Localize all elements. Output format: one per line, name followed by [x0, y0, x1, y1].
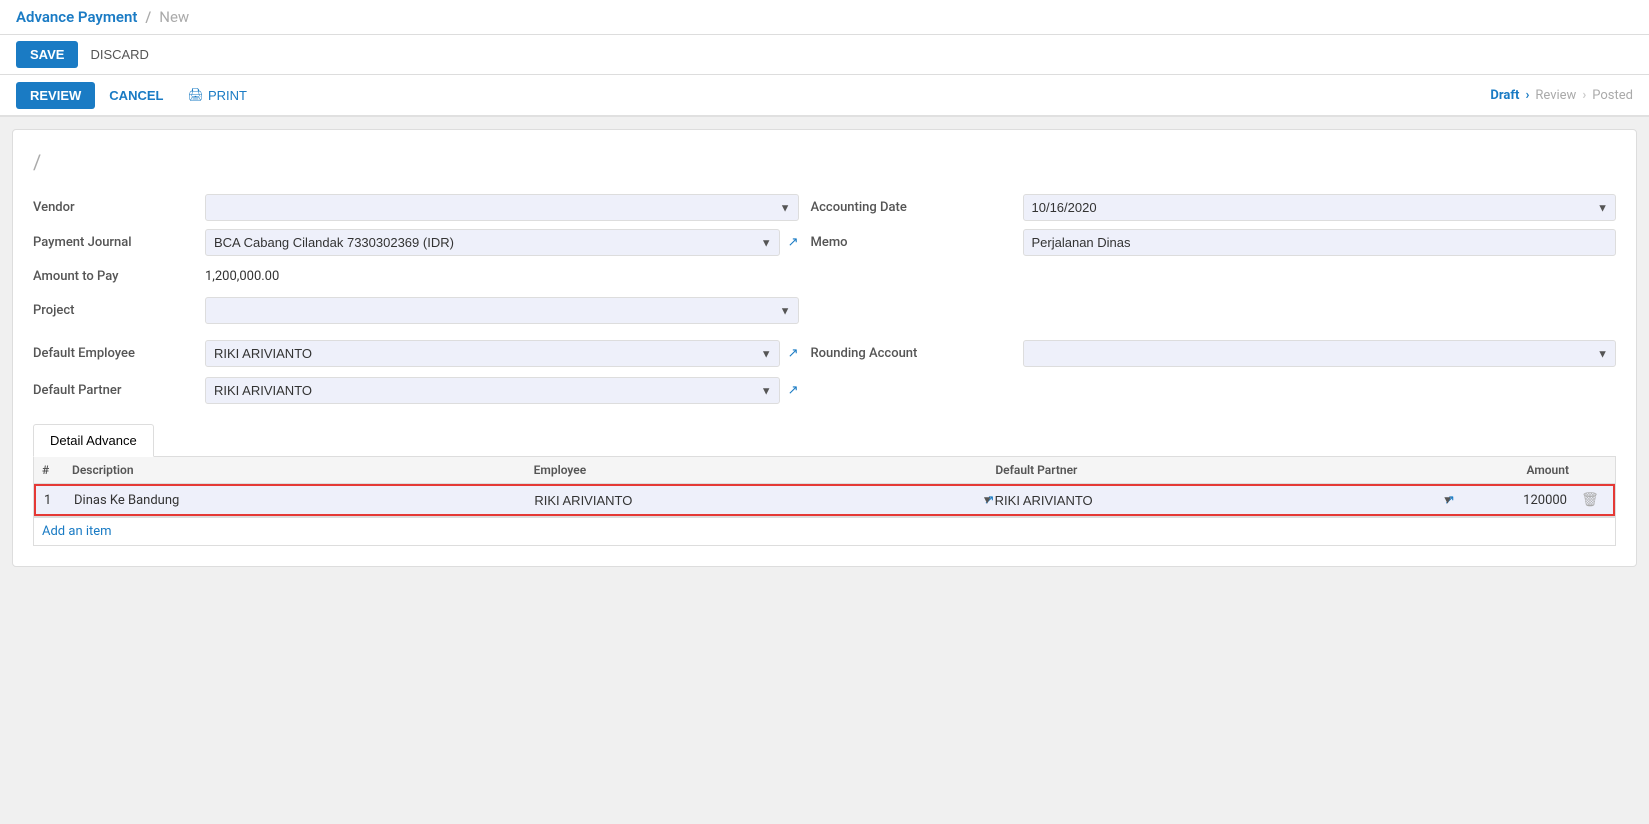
project-label: Project: [33, 303, 193, 318]
default-employee-select[interactable]: RIKI ARIVIANTO: [205, 340, 780, 367]
form-container: / Vendor ▼ Accounting Date 10/16/2020 ▼ …: [12, 129, 1637, 567]
accounting-date-wrap: 10/16/2020 ▼: [1023, 194, 1617, 221]
default-employee-label: Default Employee: [33, 346, 193, 361]
default-partner-select[interactable]: RIKI ARIVIANTO: [205, 377, 780, 404]
accounting-date-label: Accounting Date: [811, 200, 1011, 215]
row-partner-wrap: RIKI ARIVIANTO ▼ ↗: [995, 493, 1455, 508]
col-description: Description: [72, 463, 534, 477]
memo-label: Memo: [811, 235, 1011, 250]
memo-input[interactable]: [1023, 229, 1617, 256]
col-employee: Employee: [534, 463, 996, 477]
rounding-account-label: Rounding Account: [811, 346, 1011, 361]
row-employee-select[interactable]: RIKI ARIVIANTO: [534, 493, 979, 508]
amount-to-pay-value: 1,200,000.00: [205, 264, 799, 289]
col-actions: [1577, 463, 1607, 477]
table-area: # Description Employee Default Partner A…: [33, 457, 1616, 546]
payment-journal-label: Payment Journal: [33, 235, 193, 250]
workflow-steps: Draft › Review › Posted: [1490, 88, 1633, 103]
rounding-account-select[interactable]: [1023, 340, 1617, 367]
printer-icon: 🖨: [187, 87, 204, 103]
rounding-account-select-wrap: ▼: [1023, 340, 1617, 367]
breadcrumb-separator: /: [145, 8, 151, 26]
payment-journal-external-link[interactable]: ↗: [788, 235, 799, 250]
row-description[interactable]: Dinas Ke Bandung: [74, 493, 534, 508]
form-slash: /: [33, 150, 1616, 174]
project-select-wrap: ▼: [205, 297, 799, 324]
breadcrumb-main[interactable]: Advance Payment: [16, 8, 137, 26]
default-employee-row: RIKI ARIVIANTO ▼ ↗: [205, 340, 799, 367]
workflow-actions: REVIEW CANCEL 🖨 PRINT: [16, 81, 257, 109]
step-arrow-2: ›: [1582, 88, 1586, 103]
row-partner-external-link[interactable]: ↗: [1444, 493, 1455, 508]
payment-journal-row: BCA Cabang Cilandak 7330302369 (IDR) ▼ ↗: [205, 229, 799, 256]
default-employee-external-link[interactable]: ↗: [788, 346, 799, 361]
col-num: #: [42, 463, 72, 477]
action-bar: SAVE DISCARD: [0, 35, 1649, 75]
step-draft: Draft: [1490, 88, 1519, 103]
vendor-label: Vendor: [33, 200, 193, 215]
form-row-3: Amount to Pay 1,200,000.00: [33, 264, 1616, 289]
step-arrow-1: ›: [1525, 88, 1529, 103]
default-partner-select-wrap: RIKI ARIVIANTO ▼: [205, 377, 780, 404]
payment-journal-select[interactable]: BCA Cabang Cilandak 7330302369 (IDR): [205, 229, 780, 256]
add-item-link[interactable]: Add an item: [34, 517, 1615, 545]
row-num: 1: [44, 493, 74, 508]
vendor-select-wrap: ▼: [205, 194, 799, 221]
accounting-date-select[interactable]: 10/16/2020: [1023, 194, 1617, 221]
print-button[interactable]: 🖨 PRINT: [177, 81, 257, 109]
project-select[interactable]: [205, 297, 799, 324]
amount-to-pay-label: Amount to Pay: [33, 269, 193, 284]
table-header: # Description Employee Default Partner A…: [34, 457, 1615, 484]
review-button[interactable]: REVIEW: [16, 82, 95, 109]
form-row-4: Project ▼: [33, 297, 1616, 324]
row-delete-icon[interactable]: 🗑: [1575, 492, 1605, 508]
breadcrumb-sub: New: [159, 8, 189, 26]
print-label: PRINT: [208, 88, 247, 103]
payment-journal-select-wrap: BCA Cabang Cilandak 7330302369 (IDR) ▼: [205, 229, 780, 256]
vendor-select[interactable]: [205, 194, 799, 221]
col-default-partner: Default Partner: [995, 463, 1457, 477]
row-employee-wrap: RIKI ARIVIANTO ▼ ↗: [534, 493, 994, 508]
step-posted: Posted: [1592, 88, 1633, 103]
row-partner-select[interactable]: RIKI ARIVIANTO: [995, 493, 1440, 508]
cancel-button[interactable]: CANCEL: [99, 82, 173, 109]
tab-header: Detail Advance: [33, 424, 1616, 457]
default-partner-label: Default Partner: [33, 383, 193, 398]
add-item-row: Add an item: [34, 516, 1615, 545]
tab-detail-advance[interactable]: Detail Advance: [33, 424, 154, 457]
form-row-2: Payment Journal BCA Cabang Cilandak 7330…: [33, 229, 1616, 256]
step-review: Review: [1535, 88, 1576, 103]
default-employee-select-wrap: RIKI ARIVIANTO ▼: [205, 340, 780, 367]
col-amount: Amount: [1457, 463, 1577, 477]
breadcrumb: Advance Payment / New: [16, 8, 1633, 26]
row-employee-external-link[interactable]: ↗: [984, 493, 995, 508]
discard-button[interactable]: DISCARD: [90, 47, 149, 62]
table-row: 1 Dinas Ke Bandung RIKI ARIVIANTO ▼ ↗ RI…: [34, 484, 1615, 516]
row-amount[interactable]: 120000: [1455, 493, 1575, 508]
employee-section: Default Employee RIKI ARIVIANTO ▼ ↗ Roun…: [33, 340, 1616, 404]
form-row-1: Vendor ▼ Accounting Date 10/16/2020 ▼: [33, 194, 1616, 221]
default-partner-row: RIKI ARIVIANTO ▼ ↗: [205, 377, 799, 404]
save-button[interactable]: SAVE: [16, 41, 78, 68]
default-partner-external-link[interactable]: ↗: [788, 383, 799, 398]
workflow-bar: REVIEW CANCEL 🖨 PRINT Draft › Review › P…: [0, 75, 1649, 117]
top-bar: Advance Payment / New: [0, 0, 1649, 35]
tab-area: Detail Advance # Description Employee De…: [33, 424, 1616, 546]
